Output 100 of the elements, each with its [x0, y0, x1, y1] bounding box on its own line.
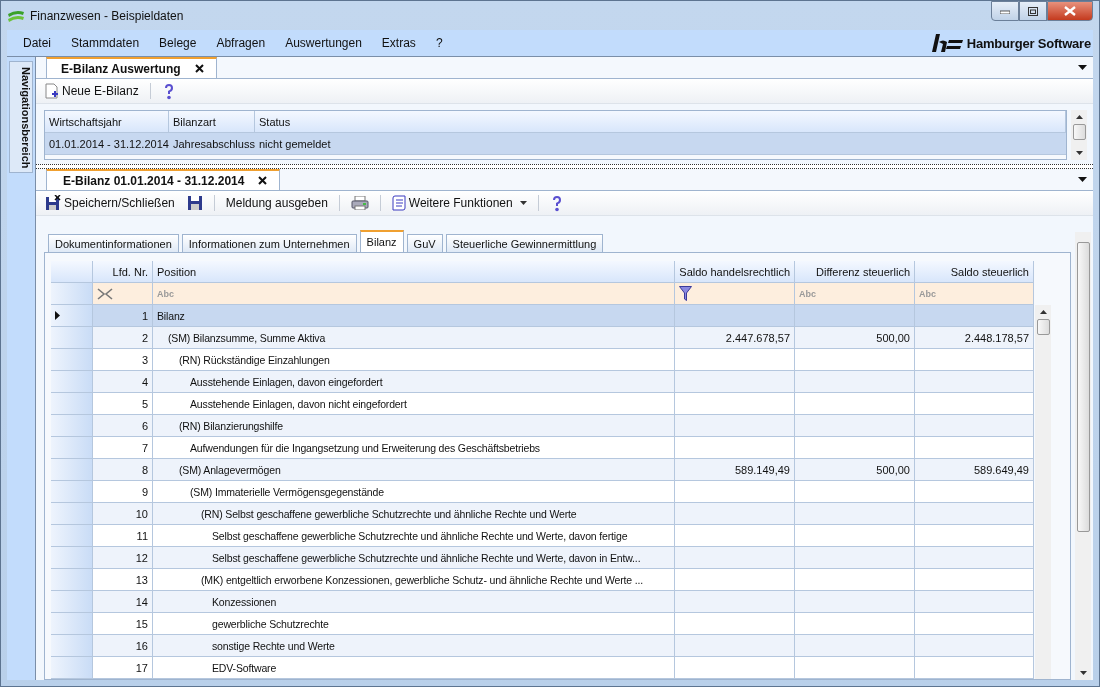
table-cell-text: Ausstehende Einlagen, davon nicht eingefordert: [189, 397, 407, 410]
row-header-cell[interactable]: [51, 349, 93, 371]
table-cell-text: EDV-Software: [211, 661, 277, 674]
table-row[interactable]: 10 (RN) Selbst geschaffene gewerbliche Schutzrechte und ähnliche Rechte und Werte: [51, 503, 1034, 525]
row-header-cell[interactable]: [51, 481, 93, 503]
row-header-cell[interactable]: [51, 569, 93, 591]
scroll-up-icon[interactable]: [1075, 115, 1083, 119]
current-row-icon: [55, 311, 60, 320]
close-icon[interactable]: [194, 64, 204, 73]
row-header-cell[interactable]: [51, 547, 93, 569]
document-tab[interactable]: E-Bilanz Auswertung: [46, 57, 217, 78]
table-cell-text: sonstige Rechte und Werte: [211, 639, 335, 652]
table-row[interactable]: 6 (RN) Bilanzierungshilfe: [51, 415, 1034, 437]
menu-item[interactable]: ?: [435, 36, 443, 50]
menu-item[interactable]: Datei: [23, 36, 51, 50]
save-close-button[interactable]: Speichern/Schließen: [42, 194, 178, 212]
caret-icon: [519, 201, 527, 205]
row-header-cell[interactable]: [51, 305, 93, 327]
table-row[interactable]: 11 Selbst geschaffene gewerbliche Schutzrechte und ähnliche Rechte und Werte, davon fertige: [51, 525, 1034, 547]
row-header-cell[interactable]: [51, 327, 93, 349]
column-header[interactable]: Bilanzart: [169, 111, 255, 132]
row-header-cell[interactable]: [51, 591, 93, 613]
row-header-cell[interactable]: [51, 613, 93, 635]
new-button[interactable]: Neue E-Bilanz: [42, 82, 142, 100]
tab[interactable]: GuV: [406, 234, 443, 252]
table-cell-text: Konzessionen: [211, 595, 277, 608]
column-header[interactable]: Position: [153, 261, 675, 283]
table-row[interactable]: 14 Konzessionen: [51, 591, 1034, 613]
table-row[interactable]: 12 Selbst geschaffene gewerbliche Schutzrechte und ähnliche Rechte und Werte, davon in Entw...: [51, 547, 1034, 569]
scroll-thumb[interactable]: [1072, 124, 1086, 140]
row-header-cell[interactable]: [51, 635, 93, 657]
help-icon[interactable]: [162, 82, 175, 100]
save-icon[interactable]: [186, 195, 203, 211]
dropdown-icon[interactable]: [1078, 177, 1087, 182]
close-icon[interactable]: [258, 176, 268, 185]
table-row[interactable]: 7 Aufwendungen für die Ingangsetzung und Erweiterung des Geschäftsbetriebs: [51, 437, 1034, 459]
row-header-cell[interactable]: [51, 657, 93, 679]
table-cell: 589.649,49: [973, 463, 1029, 476]
table-row[interactable]: 9 (SM) Immaterielle Vermögensgegenstände: [51, 481, 1034, 503]
table-cell-text: Selbst geschaffene gewerbliche Schutzrechte und ähnliche Rechte und Werte, davon fertige: [211, 529, 628, 542]
menu-item[interactable]: Belege: [159, 36, 197, 50]
row-header-cell[interactable]: [51, 459, 93, 481]
menu-item[interactable]: Extras: [381, 36, 416, 50]
tab[interactable]: Informationen zum Unternehmen: [181, 234, 357, 252]
tab[interactable]: Steuerliche Gewinnermittlung: [445, 234, 604, 252]
row-header-cell[interactable]: [51, 371, 93, 393]
report-button[interactable]: Meldung ausgeben: [222, 195, 331, 211]
column-header[interactable]: Lfd. Nr.: [93, 261, 153, 283]
document-tab[interactable]: E-Bilanz 01.01.2014 - 31.12.2014: [46, 169, 281, 190]
column-header[interactable]: Differenz steuerlich: [795, 261, 915, 283]
menu-item[interactable]: Auswertungen: [285, 36, 362, 50]
row-header-cell[interactable]: [51, 525, 93, 547]
scrollbar[interactable]: [1071, 110, 1087, 160]
maximize-button[interactable]: [1019, 1, 1047, 21]
table-row[interactable]: 16 sonstige Rechte und Werte: [51, 635, 1034, 657]
scrollbar[interactable]: [1075, 232, 1091, 680]
table-cell-text: (MK) entgeltlich erworbene Konzessionen, gewerbliche Schutz- und ähnliche Rechte und Werte ...: [200, 573, 644, 586]
scroll-down-icon[interactable]: [1075, 151, 1083, 155]
table-row[interactable]: 17 EDV-Software: [51, 657, 1034, 679]
table-row[interactable]: 4 Ausstehende Einlagen, davon eingefordert: [51, 371, 1034, 393]
help-icon[interactable]: [550, 194, 563, 212]
column-header[interactable]: Saldo handelsrechtlich: [675, 261, 795, 283]
menu-item[interactable]: Stammdaten: [71, 36, 140, 50]
table-cell-text: (SM) Immaterielle Vermögensgegenstände: [189, 485, 384, 498]
scrollbar[interactable]: [1035, 305, 1051, 679]
printer-icon[interactable]: [350, 196, 369, 210]
clear-filter-icon[interactable]: [97, 287, 113, 300]
filter-icon[interactable]: [679, 286, 692, 301]
table-row[interactable]: 3 (RN) Rückständige Einzahlungen: [51, 349, 1034, 371]
row-header-cell[interactable]: [51, 393, 93, 415]
scroll-thumb[interactable]: [1036, 319, 1050, 335]
column-header[interactable]: Status: [255, 111, 1066, 132]
tab[interactable]: Bilanz: [359, 230, 404, 252]
navigation-panel-tab[interactable]: Navigationsbereich: [9, 61, 33, 173]
tab[interactable]: Dokumentinformationen: [48, 234, 179, 252]
table-cell-text: (SM) Bilanzsumme, Summe Aktiva: [167, 331, 326, 344]
table-row[interactable]: 2 (SM) Bilanzsumme, Summe Aktiva 2.447.678,57 500,00 2.448.178,57: [51, 327, 1034, 349]
column-header[interactable]: Saldo steuerlich: [915, 261, 1034, 283]
close-button[interactable]: [1047, 1, 1093, 21]
row-header-cell[interactable]: [51, 415, 93, 437]
scroll-up-icon[interactable]: [1039, 310, 1047, 314]
table-row[interactable]: 1 Bilanz: [51, 305, 1034, 327]
more-functions-button[interactable]: Weitere Funktionen: [388, 194, 530, 212]
dropdown-icon[interactable]: [1078, 65, 1087, 70]
column-header[interactable]: Wirtschaftsjahr: [45, 111, 169, 132]
brand-name: Hamburger Software: [966, 35, 1091, 51]
scroll-down-icon[interactable]: [1079, 671, 1087, 675]
table-row[interactable]: 13 (MK) entgeltlich erworbene Konzessionen, gewerbliche Schutz- und ähnliche Rechte und Werte ...: [51, 569, 1034, 591]
table-row[interactable]: 5 Ausstehende Einlagen, davon nicht eingefordert: [51, 393, 1034, 415]
menu-item[interactable]: Abfragen: [216, 36, 266, 50]
table-row[interactable]: 8 (SM) Anlagevermögen 589.149,49 500,00 589.649,49: [51, 459, 1034, 481]
table-row[interactable]: 15 gewerbliche Schutzrechte: [51, 613, 1034, 635]
row-header-cell[interactable]: [51, 437, 93, 459]
table-cell-text: Ausstehende Einlagen, davon eingefordert: [189, 375, 383, 388]
row-header-cell[interactable]: [51, 503, 93, 525]
table-cell-text: Jahresabschluss: [172, 137, 255, 150]
table-row[interactable]: 01.01.2014 - 31.12.2014 Jahresabschluss nicht gemeldet: [45, 133, 1066, 155]
window-title: Finanzwesen - Beispieldaten: [30, 8, 184, 23]
minimize-icon: [1000, 8, 1010, 14]
scroll-thumb[interactable]: [1076, 242, 1090, 532]
